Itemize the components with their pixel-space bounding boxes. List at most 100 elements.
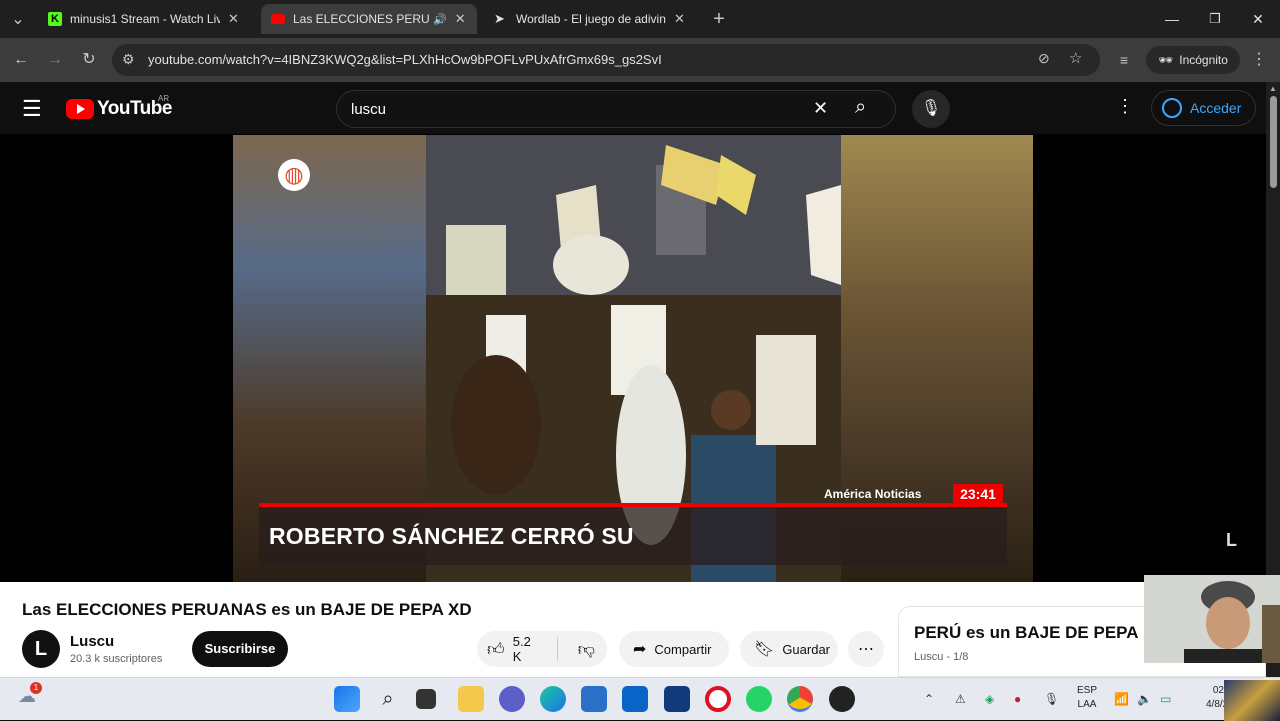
channel-watermark[interactable]: L xyxy=(1226,530,1237,551)
tray-security-icon[interactable]: ◈ xyxy=(985,692,994,706)
tray-overflow-icon[interactable]: ⌃ xyxy=(924,692,934,706)
volume-icon[interactable]: 🔈 xyxy=(1137,692,1152,706)
tray-app-icon[interactable]: ⚠ xyxy=(955,692,966,706)
url-text[interactable]: youtube.com/watch?v=4IBNZ3KWQ2g&list=PLX… xyxy=(148,52,662,67)
back-button[interactable]: ← xyxy=(9,48,33,72)
close-window-button[interactable]: ✕ xyxy=(1246,8,1270,30)
corner-art-image xyxy=(1224,680,1280,721)
more-actions-button[interactable]: ⋯ xyxy=(848,631,884,667)
playlist-title[interactable]: PERÚ es un BAJE DE PEPA xyxy=(914,623,1139,643)
dislike-button[interactable]: 👎︎ xyxy=(566,639,607,660)
channel-name[interactable]: Luscu xyxy=(70,633,114,650)
share-button[interactable]: ➦ Compartir xyxy=(619,631,729,667)
battery-icon[interactable]: ▭ xyxy=(1160,692,1171,706)
america-tv-globe-logo: ◍ xyxy=(278,159,310,191)
sign-in-button[interactable]: Acceder xyxy=(1151,90,1257,126)
tab-youtube-video[interactable]: Las ELECCIONES PERUANAS 🔊 ✕ xyxy=(261,4,477,34)
tab-kick-stream[interactable]: K minusis1 Stream - Watch Live o ✕ xyxy=(38,4,254,34)
close-tab-icon[interactable]: ✕ xyxy=(674,11,685,27)
streamer-webcam-image xyxy=(1144,575,1280,663)
clear-search-icon[interactable]: ✕ xyxy=(813,98,828,119)
tab-search-icon[interactable]: ⌄ xyxy=(6,8,30,30)
more-horizontal-icon: ⋯ xyxy=(858,641,874,658)
windows-start-icon[interactable] xyxy=(334,686,360,712)
address-bar[interactable]: ⚙ youtube.com/watch?v=4IBNZ3KWQ2g&list=P… xyxy=(112,44,1100,76)
like-button[interactable]: 👍︎ 5.2 K xyxy=(477,634,558,664)
scrollbar-thumb[interactable] xyxy=(1270,96,1277,188)
obs-icon[interactable] xyxy=(829,686,855,712)
browser-toolbar: ← → ↻ ⚙ youtube.com/watch?v=4IBNZ3KWQ2g&… xyxy=(0,38,1280,82)
input-language-indicator[interactable]: ESP LAA xyxy=(1077,684,1097,712)
teams-icon[interactable] xyxy=(499,686,525,712)
notification-badge: 1 xyxy=(30,682,42,694)
browser-tab-strip: ⌄ K minusis1 Stream - Watch Live o ✕ Las… xyxy=(0,0,1280,38)
youtube-logo[interactable]: YouTube AR xyxy=(66,94,172,120)
tab-title: minusis1 Stream - Watch Live o xyxy=(70,12,220,26)
incognito-label: Incógnito xyxy=(1179,53,1228,67)
close-tab-icon[interactable]: ✕ xyxy=(455,11,466,27)
speaker-icon[interactable]: 🔊 xyxy=(433,13,447,26)
tray-mic-icon[interactable]: 🎙 xyxy=(1044,692,1059,706)
store-icon[interactable] xyxy=(581,686,607,712)
paper-plane-icon: ➤ xyxy=(494,11,505,26)
forward-button[interactable]: → xyxy=(43,48,67,72)
thumbs-down-icon: 👎︎ xyxy=(577,639,595,659)
youtube-play-icon xyxy=(66,99,94,119)
save-button[interactable]: 🔖︎ Guardar xyxy=(740,631,838,667)
hamburger-menu-icon[interactable]: ☰ xyxy=(22,96,42,122)
settings-menu-icon[interactable]: ⋮ xyxy=(1116,96,1134,117)
scroll-up-arrow-icon[interactable]: ▲ xyxy=(1269,84,1277,93)
incognito-badge[interactable]: 🕶 Incógnito xyxy=(1146,46,1240,74)
video-title: Las ELECCIONES PERUANAS es un BAJE DE PE… xyxy=(22,600,472,619)
voice-search-button[interactable]: 🎙 xyxy=(912,90,950,128)
subscribe-button[interactable]: Suscribirse xyxy=(192,631,288,667)
channel-avatar[interactable]: L xyxy=(22,630,60,668)
reload-button[interactable]: ↻ xyxy=(77,48,101,72)
browser-menu-icon[interactable]: ⋮ xyxy=(1247,48,1271,72)
site-settings-icon[interactable]: ⚙ xyxy=(122,51,135,68)
close-tab-icon[interactable]: ✕ xyxy=(228,11,239,27)
tab-wordlab[interactable]: ➤ Wordlab - El juego de adivinar p ✕ xyxy=(484,4,700,34)
like-count: 5.2 K xyxy=(512,634,531,664)
clock-date: 4/8/2 xyxy=(1206,699,1224,710)
wifi-icon[interactable]: 📶 xyxy=(1114,692,1129,706)
new-tab-button[interactable]: + xyxy=(707,7,731,31)
tab-title: Wordlab - El juego de adivinar p xyxy=(516,12,666,26)
tray-game-icon[interactable]: ● xyxy=(1014,692,1021,706)
region-code: AR xyxy=(158,94,170,103)
video-player[interactable]: ◍ América Noticias 23:41 ROBERTO SÁNCHEZ… xyxy=(0,134,1266,582)
youtube-icon xyxy=(271,14,285,24)
restore-button[interactable]: ❐ xyxy=(1203,8,1227,30)
system-clock[interactable]: 02 4/8/2 xyxy=(1206,684,1224,712)
tracking-protection-icon[interactable]: ⊘ xyxy=(1038,50,1050,67)
bookmark-star-icon[interactable]: ☆ xyxy=(1069,49,1082,67)
video-frame[interactable]: ◍ América Noticias 23:41 ROBERTO SÁNCHEZ… xyxy=(233,135,1033,582)
keyboard-layout: LAA xyxy=(1077,699,1097,710)
playlist-meta: Luscu - 1/8 xyxy=(914,651,969,663)
edge-icon[interactable] xyxy=(540,686,566,712)
search-icon[interactable]: ⌕ xyxy=(855,96,866,119)
minimize-button[interactable]: — xyxy=(1160,8,1184,30)
webcam-overlay xyxy=(1144,575,1280,663)
opera-icon[interactable] xyxy=(705,686,731,712)
file-explorer-icon[interactable] xyxy=(458,686,484,712)
news-caption: ROBERTO SÁNCHEZ CERRÓ SU xyxy=(269,523,634,549)
search-query[interactable]: luscu xyxy=(351,101,386,118)
taskbar-search-icon[interactable]: ⌕ xyxy=(375,686,401,712)
kick-icon: K xyxy=(48,12,62,26)
youtube-masthead: ☰ YouTube AR luscu ✕ ⌕ 🎙 ⋮ Acceder xyxy=(0,82,1280,134)
search-input[interactable]: luscu ✕ ⌕ xyxy=(336,90,896,128)
news-source-label: América Noticias xyxy=(824,487,922,501)
like-dislike-group: 👍︎ 5.2 K 👎︎ xyxy=(477,631,607,667)
share-arrow-icon: ➦ xyxy=(633,641,647,658)
chrome-icon[interactable] xyxy=(787,686,813,712)
subscriber-count: 20.3 k suscriptores xyxy=(70,653,163,665)
whatsapp-icon[interactable] xyxy=(746,686,772,712)
task-view-icon[interactable] xyxy=(416,689,436,709)
outlook-icon[interactable] xyxy=(622,686,648,712)
account-icon xyxy=(1162,98,1182,118)
news-clock: 23:41 xyxy=(953,484,1003,504)
thumbs-up-icon: 👍︎ xyxy=(487,639,505,659)
media-controls-icon[interactable]: ≡ xyxy=(1112,48,1136,72)
disney-plus-icon[interactable] xyxy=(664,686,690,712)
